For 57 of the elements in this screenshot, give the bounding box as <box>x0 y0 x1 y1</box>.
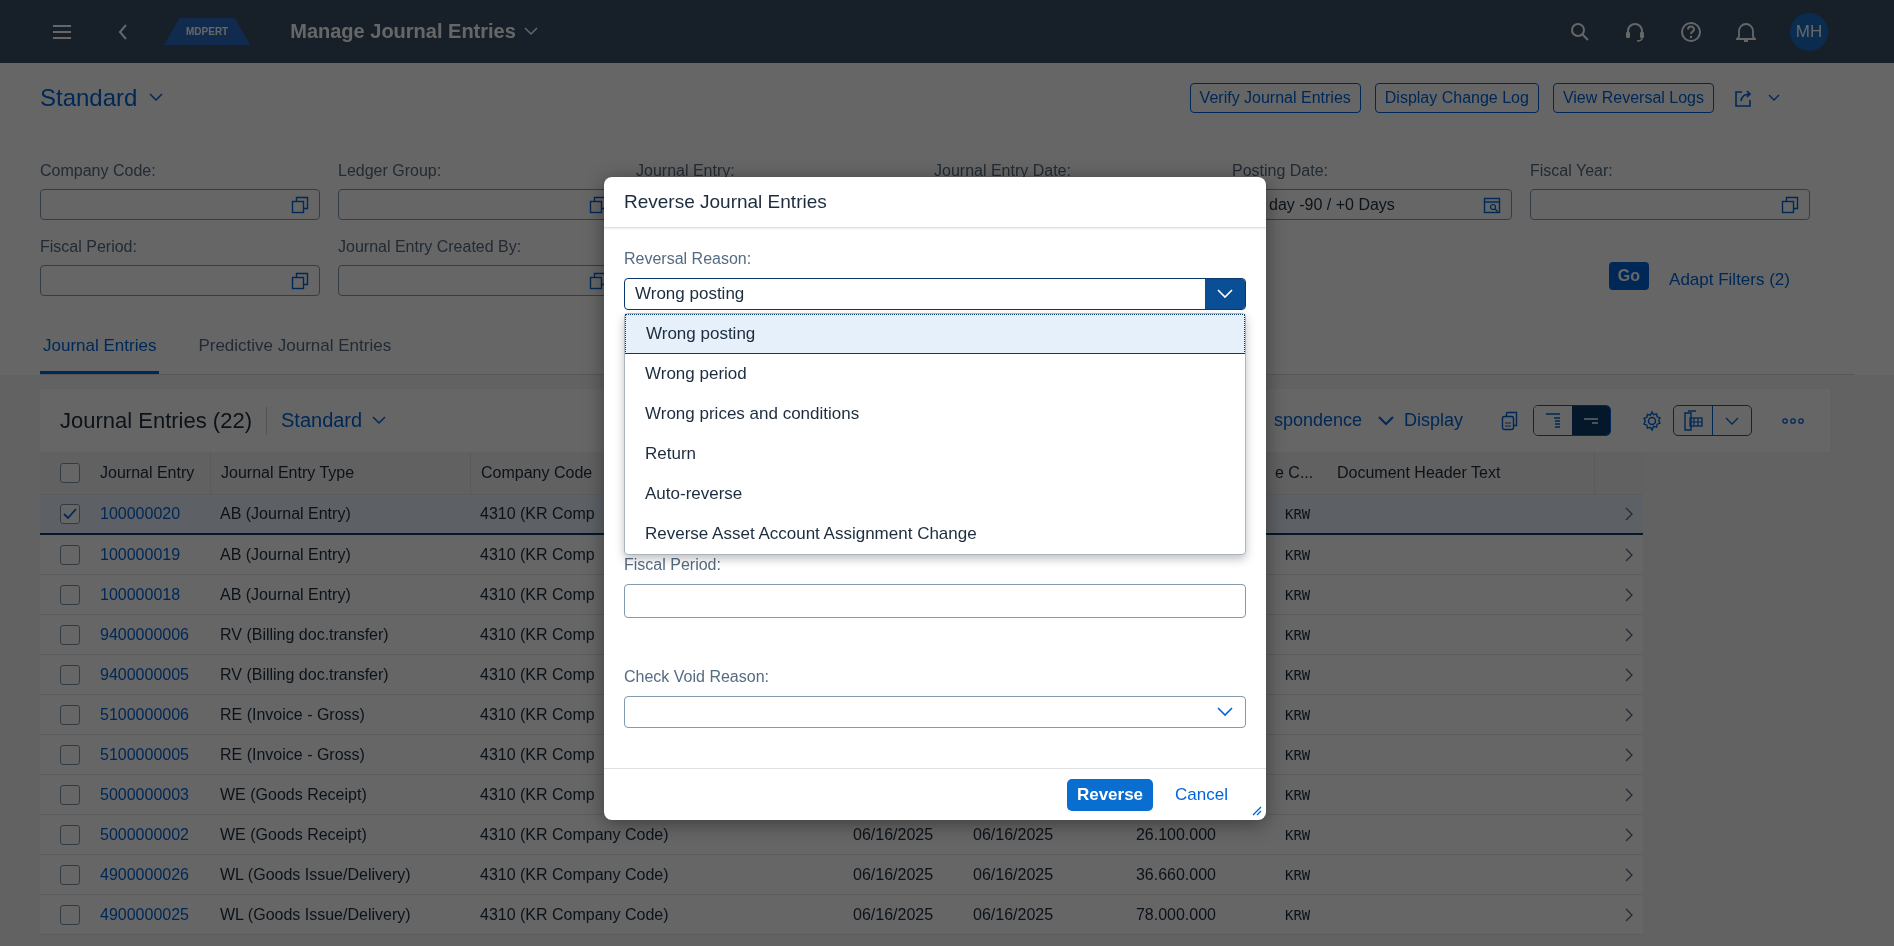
table-cell: 36.660.000 <box>1135 865 1216 884</box>
table-cell: RE (Invoice - Gross) <box>220 745 365 764</box>
table-cell: WL (Goods Issue/Delivery) <box>220 905 411 924</box>
table-cell: 06/16/2025 <box>853 825 934 844</box>
field-label: Fiscal Period: <box>624 556 722 574</box>
table-cell: 06/16/2025 <box>973 825 1054 844</box>
filter-label: Journal Entry Date: <box>934 161 1072 181</box>
filter-label: Fiscal Year: <box>1530 161 1614 181</box>
table-cell: 06/16/2025 <box>973 865 1054 884</box>
table-cell: KRW <box>1285 666 1311 683</box>
filter-label: Ledger Group: <box>338 161 443 181</box>
table-cell: KRW <box>1285 506 1311 522</box>
table-cell: 4310 (KR Comp <box>480 745 595 764</box>
table-cell: 4310 (KR Comp <box>480 665 595 684</box>
field-label: Reversal Reason: <box>624 250 753 268</box>
table-cell: KRW <box>1285 786 1311 803</box>
table-cell: AB (Journal Entry) <box>220 585 351 604</box>
table-title: Journal Entries (22) <box>60 407 252 434</box>
table-cell: 4310 (KR Comp <box>480 785 595 804</box>
table-cell: AB (Journal Entry) <box>220 505 351 523</box>
filter-label: Journal Entry: <box>636 161 736 181</box>
table-cell: 26.100.000 <box>1135 825 1216 844</box>
table-cell: RE (Invoice - Gross) <box>220 705 365 724</box>
table-cell: KRW <box>1285 746 1311 763</box>
table-cell: 06/16/2025 <box>853 905 934 924</box>
table-cell: 4310 (KR Company Code) <box>480 825 669 844</box>
filter-label: Posting Date: <box>1232 161 1330 181</box>
table-cell: 4310 (KR Comp <box>480 585 595 604</box>
table-cell: KRW <box>1285 706 1311 723</box>
table-cell: KRW <box>1285 866 1311 883</box>
table-cell: 78.000.000 <box>1135 905 1216 924</box>
table-cell: 06/16/2025 <box>973 905 1054 924</box>
table-cell: 4310 (KR Comp <box>480 705 595 724</box>
table-cell: WE (Goods Receipt) <box>220 785 367 804</box>
table-cell: RV (Billing doc.transfer) <box>220 625 389 644</box>
table-cell: KRW <box>1285 586 1311 603</box>
field-value: day -90 / +0 Days <box>1269 195 1395 214</box>
table-cell: 4310 (KR Comp <box>480 505 595 523</box>
filter-label: Fiscal Period: <box>40 237 138 257</box>
table-cell: AB (Journal Entry) <box>220 545 351 564</box>
table-cell: 4310 (KR Comp <box>480 545 595 564</box>
filter-label: Company Code: <box>40 161 157 181</box>
field-value: Wrong posting <box>635 284 745 304</box>
table-cell: 4310 (KR Comp <box>480 625 595 644</box>
table-cell: KRW <box>1285 826 1311 843</box>
table-cell: 4310 (KR Company Code) <box>480 905 669 924</box>
dialog-title: Reverse Journal Entries <box>624 191 827 213</box>
field-label: Check Void Reason: <box>624 668 770 686</box>
table-cell: WL (Goods Issue/Delivery) <box>220 865 411 884</box>
table-cell: 4310 (KR Company Code) <box>480 865 669 884</box>
filter-label: Journal Entry Created By: <box>338 237 523 257</box>
table-cell: KRW <box>1285 626 1311 643</box>
table-cell: KRW <box>1285 546 1311 563</box>
table-cell: 06/16/2025 <box>853 865 934 884</box>
table-cell: WE (Goods Receipt) <box>220 825 367 844</box>
table-cell: RV (Billing doc.transfer) <box>220 665 389 684</box>
table-cell: KRW <box>1285 906 1311 923</box>
